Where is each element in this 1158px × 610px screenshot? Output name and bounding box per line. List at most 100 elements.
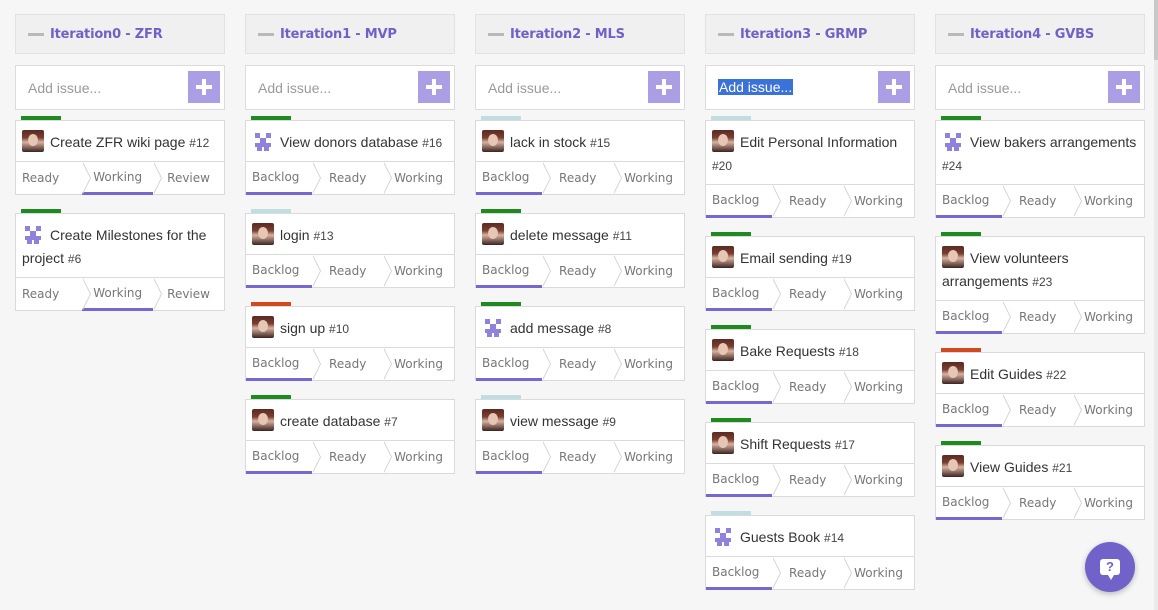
issue-card[interactable]: View donors database #16 Backlog Ready Work… bbox=[245, 116, 455, 195]
stage-working[interactable]: Working bbox=[82, 278, 162, 311]
column-header[interactable]: Iteration3 - GRMP bbox=[705, 14, 915, 54]
issue-body[interactable]: sign up #10 bbox=[245, 306, 455, 347]
issue-card[interactable]: Create Milestones for the project #6 Read… bbox=[15, 209, 225, 311]
stage-backlog[interactable]: Backlog bbox=[476, 441, 552, 474]
stage-working[interactable]: Working bbox=[843, 557, 914, 589]
issue-title[interactable]: View donors database bbox=[280, 134, 418, 150]
issue-body[interactable]: Bake Requests #18 bbox=[705, 329, 915, 370]
stage-working[interactable]: Working bbox=[613, 348, 684, 380]
stage-backlog[interactable]: Backlog bbox=[706, 557, 782, 590]
stage-working[interactable]: Working bbox=[843, 371, 914, 403]
add-issue-button[interactable] bbox=[648, 71, 680, 103]
issue-card[interactable]: Edit Personal Information #20 Backlog Read… bbox=[705, 116, 915, 218]
issue-title[interactable]: login bbox=[280, 227, 310, 243]
add-issue-input[interactable] bbox=[476, 66, 642, 109]
stage-backlog[interactable]: Backlog bbox=[476, 348, 552, 381]
issue-card[interactable]: View bakers arrangements #24 Backlog Ready… bbox=[935, 116, 1145, 218]
column-header[interactable]: Iteration2 - MLS bbox=[475, 14, 685, 54]
scrollbar[interactable] bbox=[1154, 0, 1158, 610]
issue-card[interactable]: lack in stock #15 Backlog Ready Working bbox=[475, 116, 685, 195]
issue-title[interactable]: View bakers arrangements bbox=[970, 134, 1136, 150]
stage-working[interactable]: Working bbox=[82, 162, 162, 195]
stage-backlog[interactable]: Backlog bbox=[706, 278, 782, 311]
issue-title[interactable]: Edit Guides bbox=[970, 366, 1042, 382]
add-issue-input[interactable] bbox=[246, 66, 412, 109]
issue-title[interactable]: Create ZFR wiki page bbox=[50, 134, 185, 150]
add-issue-button[interactable] bbox=[878, 71, 910, 103]
issue-card[interactable]: View volunteers arrangements #23 Backlog R… bbox=[935, 232, 1145, 334]
issue-card[interactable]: Edit Guides #22 Backlog Ready Working bbox=[935, 348, 1145, 427]
stage-ready[interactable]: Ready bbox=[542, 255, 622, 287]
stage-ready[interactable]: Ready bbox=[312, 162, 392, 194]
issue-body[interactable]: login #13 bbox=[245, 213, 455, 254]
column-header[interactable]: Iteration1 - MVP bbox=[245, 14, 455, 54]
issue-body[interactable]: View donors database #16 bbox=[245, 120, 455, 161]
collapse-icon[interactable] bbox=[948, 32, 964, 36]
collapse-icon[interactable] bbox=[718, 32, 734, 36]
issue-title[interactable]: Edit Personal Information bbox=[740, 134, 897, 150]
issue-title[interactable]: Guests Book bbox=[740, 529, 820, 545]
issue-title[interactable]: view message bbox=[510, 413, 599, 429]
issue-card[interactable]: add message #8 Backlog Ready Working bbox=[475, 302, 685, 381]
add-issue-button[interactable] bbox=[418, 71, 450, 103]
stage-working[interactable]: Working bbox=[1073, 487, 1144, 519]
stage-backlog[interactable]: Backlog bbox=[706, 371, 782, 404]
issue-body[interactable]: Shift Requests #17 bbox=[705, 422, 915, 463]
stage-working[interactable]: Working bbox=[383, 441, 454, 473]
stage-ready[interactable]: Ready bbox=[16, 278, 92, 310]
stage-ready[interactable]: Ready bbox=[542, 441, 622, 473]
stage-ready[interactable]: Ready bbox=[312, 255, 392, 287]
issue-body[interactable]: add message #8 bbox=[475, 306, 685, 347]
issue-title[interactable]: delete message bbox=[510, 227, 609, 243]
issue-title[interactable]: Email sending bbox=[740, 250, 828, 266]
stage-backlog[interactable]: Backlog bbox=[936, 301, 1012, 334]
issue-title[interactable]: add message bbox=[510, 320, 594, 336]
stage-working[interactable]: Working bbox=[383, 348, 454, 380]
issue-card[interactable]: Guests Book #14 Backlog Ready Working bbox=[705, 511, 915, 590]
stage-working[interactable]: Working bbox=[1073, 394, 1144, 426]
stage-ready[interactable]: Ready bbox=[312, 441, 392, 473]
help-button[interactable]: ? bbox=[1085, 542, 1135, 592]
add-issue-input[interactable] bbox=[16, 66, 182, 109]
stage-working[interactable]: Working bbox=[613, 255, 684, 287]
issue-card[interactable]: login #13 Backlog Ready Working bbox=[245, 209, 455, 288]
issue-card[interactable]: Bake Requests #18 Backlog Ready Working bbox=[705, 325, 915, 404]
issue-body[interactable]: create database #7 bbox=[245, 399, 455, 440]
column-header[interactable]: Iteration0 - ZFR bbox=[15, 14, 225, 54]
stage-working[interactable]: Working bbox=[613, 162, 684, 194]
stage-backlog[interactable]: Backlog bbox=[706, 464, 782, 497]
issue-card[interactable]: view message #9 Backlog Ready Working bbox=[475, 395, 685, 474]
issue-title[interactable]: Bake Requests bbox=[740, 343, 835, 359]
stage-ready[interactable]: Ready bbox=[1002, 394, 1082, 426]
issue-body[interactable]: delete message #11 bbox=[475, 213, 685, 254]
issue-body[interactable]: Create Milestones for the project #6 bbox=[15, 213, 225, 277]
add-issue-input[interactable]: Add issue... bbox=[718, 79, 794, 95]
issue-body[interactable]: View bakers arrangements #24 bbox=[935, 120, 1145, 184]
issue-title[interactable]: lack in stock bbox=[510, 134, 586, 150]
issue-title[interactable]: create database bbox=[280, 413, 380, 429]
stage-backlog[interactable]: Backlog bbox=[246, 441, 322, 474]
collapse-icon[interactable] bbox=[488, 32, 504, 36]
issue-card[interactable]: Email sending #19 Backlog Ready Working bbox=[705, 232, 915, 311]
issue-body[interactable]: lack in stock #15 bbox=[475, 120, 685, 161]
issue-body[interactable]: View Guides #21 bbox=[935, 445, 1145, 486]
issue-body[interactable]: View volunteers arrangements #23 bbox=[935, 236, 1145, 300]
stage-review[interactable]: Review bbox=[153, 162, 224, 194]
issue-card[interactable]: delete message #11 Backlog Ready Working bbox=[475, 209, 685, 288]
issue-title[interactable]: sign up bbox=[280, 320, 325, 336]
stage-working[interactable]: Working bbox=[383, 162, 454, 194]
stage-ready[interactable]: Ready bbox=[772, 278, 852, 310]
stage-backlog[interactable]: Backlog bbox=[476, 162, 552, 195]
issue-body[interactable]: Guests Book #14 bbox=[705, 515, 915, 556]
stage-ready[interactable]: Ready bbox=[772, 185, 852, 217]
issue-body[interactable]: Edit Personal Information #20 bbox=[705, 120, 915, 184]
issue-card[interactable]: View Guides #21 Backlog Ready Working bbox=[935, 441, 1145, 520]
stage-backlog[interactable]: Backlog bbox=[936, 487, 1012, 520]
issue-card[interactable]: sign up #10 Backlog Ready Working bbox=[245, 302, 455, 381]
stage-ready[interactable]: Ready bbox=[542, 162, 622, 194]
stage-ready[interactable]: Ready bbox=[1002, 185, 1082, 217]
stage-working[interactable]: Working bbox=[843, 185, 914, 217]
stage-ready[interactable]: Ready bbox=[542, 348, 622, 380]
stage-working[interactable]: Working bbox=[1073, 185, 1144, 217]
add-issue-button[interactable] bbox=[1108, 71, 1140, 103]
